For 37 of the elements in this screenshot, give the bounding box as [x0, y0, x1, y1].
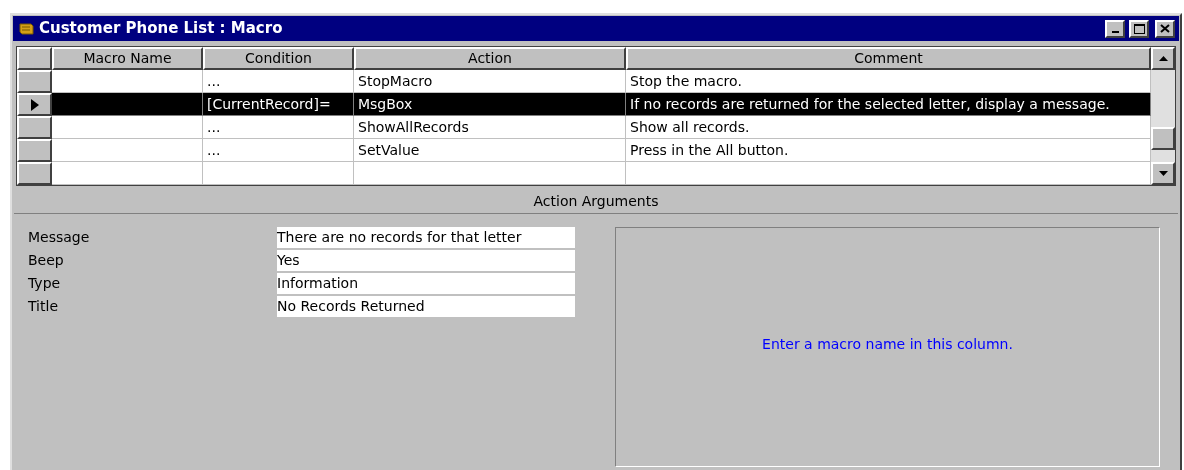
- corner-header: [17, 47, 52, 70]
- down-arrow-icon: [1158, 171, 1168, 176]
- maximize-button[interactable]: [1129, 19, 1149, 38]
- scroll-up-button[interactable]: [1151, 47, 1175, 70]
- row-selector[interactable]: [17, 139, 52, 162]
- column-header[interactable]: Condition: [203, 47, 354, 70]
- window-title: Customer Phone List : Macro: [39, 18, 284, 40]
- row-selector[interactable]: [17, 70, 52, 93]
- argument-field[interactable]: Information: [277, 273, 575, 294]
- up-arrow-icon: [1158, 56, 1168, 61]
- argument-label: Type: [28, 274, 62, 293]
- current-row-icon: [30, 98, 39, 111]
- close-button[interactable]: [1155, 19, 1175, 38]
- row-selector[interactable]: [17, 93, 52, 116]
- minimize-button[interactable]: [1105, 19, 1125, 38]
- grid-cell[interactable]: [52, 162, 203, 185]
- help-text: Enter a macro name in this column.: [762, 335, 1013, 354]
- section-header: Action Arguments: [14, 190, 1178, 214]
- argument-label: Message: [28, 228, 91, 247]
- column-header[interactable]: Comment: [626, 47, 1151, 70]
- grid-cell[interactable]: [354, 162, 626, 185]
- argument-field[interactable]: There are no records for that letter: [277, 227, 575, 248]
- argument-label: Beep: [28, 251, 65, 270]
- scroll-down-button[interactable]: [1151, 162, 1175, 185]
- scroll-icon: [17, 20, 35, 37]
- argument-field[interactable]: No Records Returned: [277, 296, 575, 317]
- grid-cell[interactable]: [203, 162, 354, 185]
- column-header[interactable]: Action: [354, 47, 626, 70]
- scroll-thumb[interactable]: [1151, 126, 1175, 150]
- column-header[interactable]: Macro Name: [52, 47, 203, 70]
- row-selector[interactable]: [17, 162, 52, 185]
- argument-field[interactable]: Yes: [277, 250, 575, 271]
- row-selector[interactable]: [17, 116, 52, 139]
- grid-cell[interactable]: [626, 162, 1151, 185]
- vertical-scrollbar[interactable]: [1151, 47, 1175, 185]
- argument-label: Title: [28, 297, 59, 316]
- close-icon: [1160, 24, 1170, 33]
